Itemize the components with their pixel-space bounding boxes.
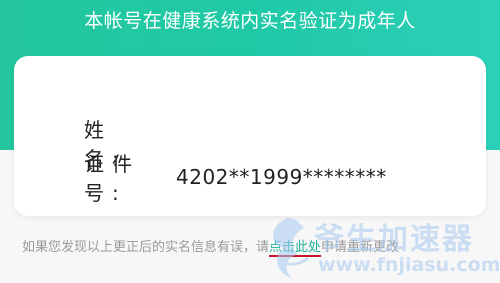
footer-suffix: 申请重新更改 bbox=[321, 240, 400, 255]
id-value: 4202**1999******** bbox=[176, 165, 387, 189]
page-title: 本帐号在健康系统内实名验证为成年人 bbox=[84, 10, 416, 32]
reapply-link[interactable]: 点击此处 bbox=[269, 240, 321, 255]
id-label: 证件号: bbox=[84, 152, 140, 205]
id-row: 证件号: 4202**1999******** bbox=[84, 148, 387, 206]
footer-prefix: 如果您发现以上更正后的实名信息有误，请 bbox=[22, 240, 270, 255]
footer-notice: 如果您发现以上更正后的实名信息有误，请点击此处申请重新更改 bbox=[22, 236, 399, 255]
